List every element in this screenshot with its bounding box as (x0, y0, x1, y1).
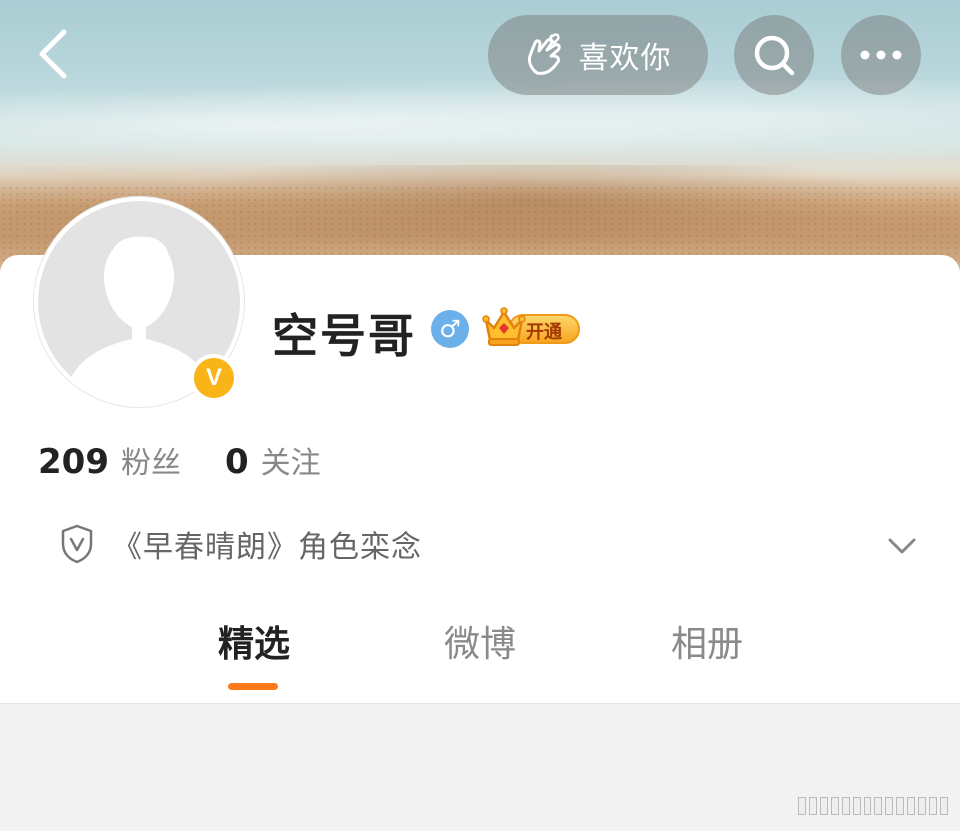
back-arrow-icon (39, 29, 67, 79)
search-button[interactable] (734, 15, 814, 95)
profile-stats: 209 粉丝 0 关注 (38, 438, 321, 482)
more-button[interactable] (841, 15, 921, 95)
identity-tag-row[interactable]: 《早春晴朗》角色栾念 (60, 520, 920, 568)
identity-tag-text: 《早春晴朗》角色栾念 (112, 530, 422, 565)
tab-weibo[interactable]: 微博 (444, 615, 516, 667)
tab-featured[interactable]: 精选 (218, 615, 290, 667)
chevron-down-icon[interactable] (884, 528, 920, 564)
followers-label[interactable]: 粉丝 (121, 438, 181, 482)
search-icon (754, 35, 795, 76)
more-icon (860, 50, 902, 60)
male-gender-icon: ♂ (431, 310, 469, 348)
like-you-label: 喜欢你 (578, 41, 672, 76)
shield-v-icon (61, 524, 93, 564)
watermark-icon (798, 797, 948, 817)
vip-open-badge[interactable]: 开通 (482, 306, 582, 348)
back-button[interactable] (22, 22, 86, 86)
crown-icon (482, 307, 526, 346)
username: 空号哥 (272, 309, 416, 363)
cover-sea (0, 80, 960, 170)
tab-album[interactable]: 相册 (671, 615, 743, 667)
divider (0, 703, 960, 704)
verified-mark: V (205, 364, 222, 391)
like-you-button[interactable]: 喜欢你 (488, 15, 708, 95)
followers-count[interactable]: 209 (38, 442, 109, 482)
heart-hand-icon (527, 33, 561, 75)
vip-open-label: 开通 (526, 322, 562, 343)
active-tab-indicator (228, 683, 278, 690)
following-count[interactable]: 0 (225, 442, 249, 482)
verified-badge: V (190, 354, 238, 402)
profile-tabs: 精选 微博 相册 (0, 615, 960, 695)
following-label[interactable]: 关注 (261, 438, 321, 482)
